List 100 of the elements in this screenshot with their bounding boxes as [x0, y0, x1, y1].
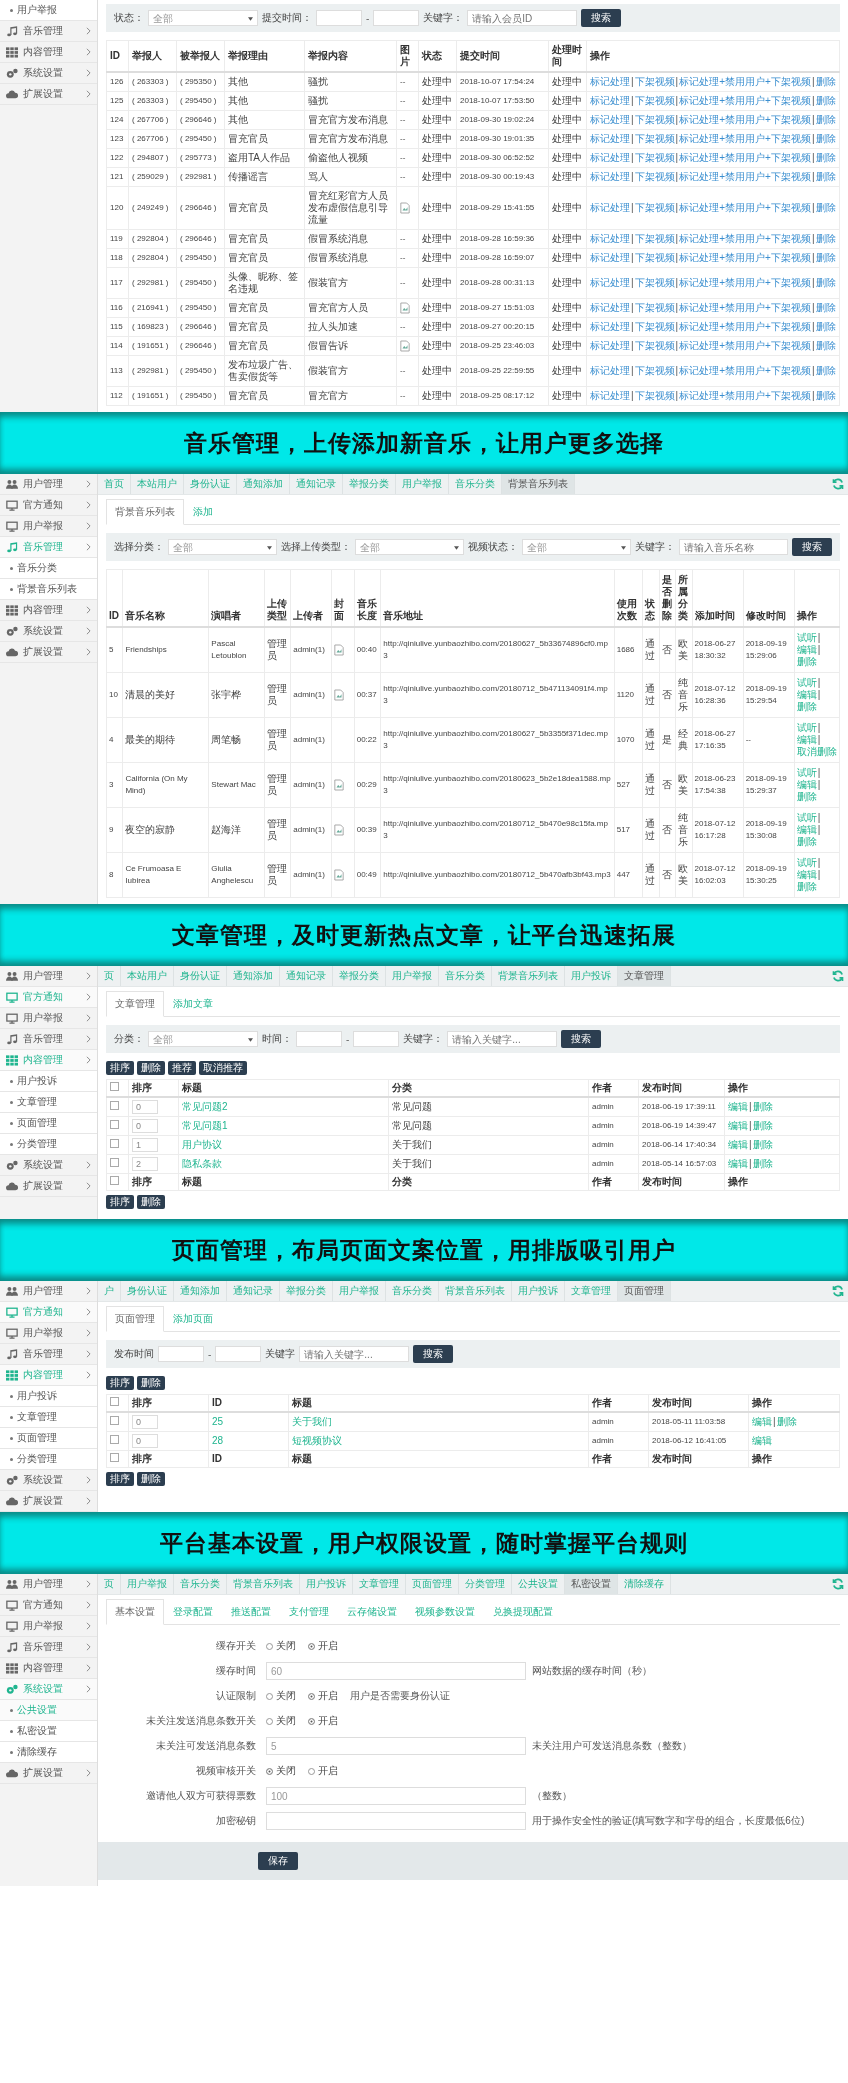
action-link[interactable]: 试听: [796, 767, 817, 779]
tab[interactable]: 举报分类: [280, 1281, 333, 1301]
sidebar-item[interactable]: 内容管理: [0, 600, 97, 621]
select-field[interactable]: 全部: [355, 539, 465, 555]
action-link[interactable]: 标记处理: [590, 171, 630, 183]
sidebar-item[interactable]: 系统设置: [0, 1470, 97, 1491]
action-link[interactable]: 下架视频: [634, 302, 675, 314]
action-link[interactable]: 删除: [752, 1120, 773, 1132]
search-button[interactable]: 搜索: [561, 1030, 602, 1048]
action-link[interactable]: 编辑: [752, 1416, 772, 1428]
action-link[interactable]: 删除: [815, 152, 836, 164]
action-link[interactable]: 标记处理+禁用用户+下架视频: [679, 365, 811, 377]
order-field[interactable]: 1: [132, 1138, 158, 1152]
checkbox[interactable]: [110, 1416, 119, 1425]
radio-option[interactable]: 关闭: [266, 1764, 296, 1778]
search-field[interactable]: 请输入关键字...: [299, 1346, 410, 1362]
tab[interactable]: 通知记录: [290, 474, 343, 494]
sidebar-item[interactable]: 分类管理: [0, 1449, 97, 1470]
title-link[interactable]: 常见问题1: [182, 1120, 228, 1132]
title-link[interactable]: 隐私条款: [182, 1158, 222, 1170]
sidebar-item[interactable]: 用户管理: [0, 1574, 97, 1595]
action-link[interactable]: 删除: [815, 390, 836, 402]
tab[interactable]: 身份认证: [184, 474, 237, 494]
sidebar-item[interactable]: 用户举报: [0, 1616, 97, 1637]
action-link[interactable]: 下架视频: [634, 114, 675, 126]
input-field[interactable]: 60: [266, 1662, 526, 1680]
radio-option[interactable]: 开启: [308, 1714, 338, 1728]
action-link[interactable]: 编辑: [796, 644, 817, 656]
date-field[interactable]: [353, 1031, 400, 1047]
tab[interactable]: 通知添加: [174, 1281, 227, 1301]
action-link[interactable]: 试听: [796, 722, 817, 734]
action-link[interactable]: 下架视频: [634, 171, 675, 183]
tab[interactable]: 身份认证: [121, 1281, 174, 1301]
refresh-icon[interactable]: [832, 970, 844, 982]
action-link[interactable]: 试听: [796, 632, 817, 644]
checkbox[interactable]: [110, 1101, 119, 1110]
action-link[interactable]: 下架视频: [634, 390, 675, 402]
action-link[interactable]: 标记处理: [590, 340, 630, 352]
title-link[interactable]: 用户协议: [182, 1139, 222, 1151]
checkbox[interactable]: [110, 1139, 119, 1148]
date-field[interactable]: [296, 1031, 342, 1047]
tab[interactable]: 基本设置: [106, 1599, 164, 1625]
tab[interactable]: 用户投诉: [512, 1281, 565, 1301]
tab[interactable]: 通知添加: [237, 474, 290, 494]
sidebar-item[interactable]: 扩展设置: [0, 642, 97, 663]
action-link[interactable]: 标记处理: [590, 95, 630, 107]
tab[interactable]: 页面管理: [106, 1306, 164, 1332]
action-link[interactable]: 下架视频: [634, 321, 675, 333]
action-link[interactable]: 删除: [815, 277, 836, 289]
action-link[interactable]: 编辑: [796, 689, 817, 701]
checkbox[interactable]: [110, 1453, 119, 1462]
action-link[interactable]: 标记处理+禁用用户+下架视频: [679, 340, 811, 352]
sidebar-item[interactable]: 文章管理: [0, 1092, 97, 1113]
action-link[interactable]: 删除: [776, 1416, 797, 1428]
sidebar-item[interactable]: 清除缓存: [0, 1742, 97, 1763]
sidebar-item[interactable]: 分类管理: [0, 1134, 97, 1155]
input-field[interactable]: 100: [266, 1787, 526, 1805]
action-link[interactable]: 标记处理+禁用用户+下架视频: [679, 133, 811, 145]
action-link[interactable]: 删除: [796, 881, 817, 893]
action-link[interactable]: 删除: [815, 133, 836, 145]
action-link[interactable]: 标记处理: [590, 202, 630, 214]
action-link[interactable]: 标记处理+禁用用户+下架视频: [679, 277, 811, 289]
tab[interactable]: 页: [98, 1574, 121, 1594]
tab[interactable]: 音乐分类: [386, 1281, 439, 1301]
sidebar-item[interactable]: 系统设置: [0, 621, 97, 642]
action-link[interactable]: 删除: [815, 76, 836, 88]
action-link[interactable]: 标记处理+禁用用户+下架视频: [679, 95, 811, 107]
tab[interactable]: 音乐分类: [174, 1574, 227, 1594]
action-link[interactable]: 编辑: [796, 779, 817, 791]
checkbox[interactable]: [110, 1158, 119, 1167]
sidebar-item[interactable]: 用户举报: [0, 0, 97, 21]
tab[interactable]: 登录配置: [164, 1599, 222, 1625]
action-link[interactable]: 下架视频: [634, 252, 675, 264]
sidebar-item[interactable]: 页面管理: [0, 1428, 97, 1449]
action-link[interactable]: 标记处理+禁用用户+下架视频: [679, 152, 811, 164]
action-link[interactable]: 删除: [796, 791, 817, 803]
order-field[interactable]: 0: [132, 1100, 158, 1114]
sidebar-item[interactable]: 文章管理: [0, 1407, 97, 1428]
tab[interactable]: 背景音乐列表: [492, 966, 565, 986]
tab[interactable]: 用户举报: [333, 1281, 386, 1301]
action-link[interactable]: 下架视频: [634, 202, 675, 214]
action-link[interactable]: 下架视频: [634, 76, 675, 88]
sidebar-item[interactable]: 公共设置: [0, 1700, 97, 1721]
sidebar-item[interactable]: 页面管理: [0, 1113, 97, 1134]
tab[interactable]: 添加: [184, 499, 222, 525]
action-link[interactable]: 试听: [796, 677, 817, 689]
action-link[interactable]: 标记处理+禁用用户+下架视频: [679, 252, 811, 264]
sidebar-item[interactable]: 扩展设置: [0, 1176, 97, 1197]
sidebar-item[interactable]: 扩展设置: [0, 84, 97, 105]
action-link[interactable]: 下架视频: [634, 95, 675, 107]
refresh-icon[interactable]: [832, 1578, 844, 1590]
tab[interactable]: 用户举报: [386, 966, 439, 986]
checkbox[interactable]: [110, 1082, 119, 1091]
checkbox[interactable]: [110, 1397, 119, 1406]
title-link[interactable]: 28: [212, 1435, 224, 1447]
tab[interactable]: 兑换提现配置: [484, 1599, 562, 1625]
tab[interactable]: 举报分类: [333, 966, 386, 986]
save-button[interactable]: 保存: [258, 1852, 298, 1870]
action-link[interactable]: 删除: [796, 701, 817, 713]
action-link[interactable]: 下架视频: [634, 277, 675, 289]
